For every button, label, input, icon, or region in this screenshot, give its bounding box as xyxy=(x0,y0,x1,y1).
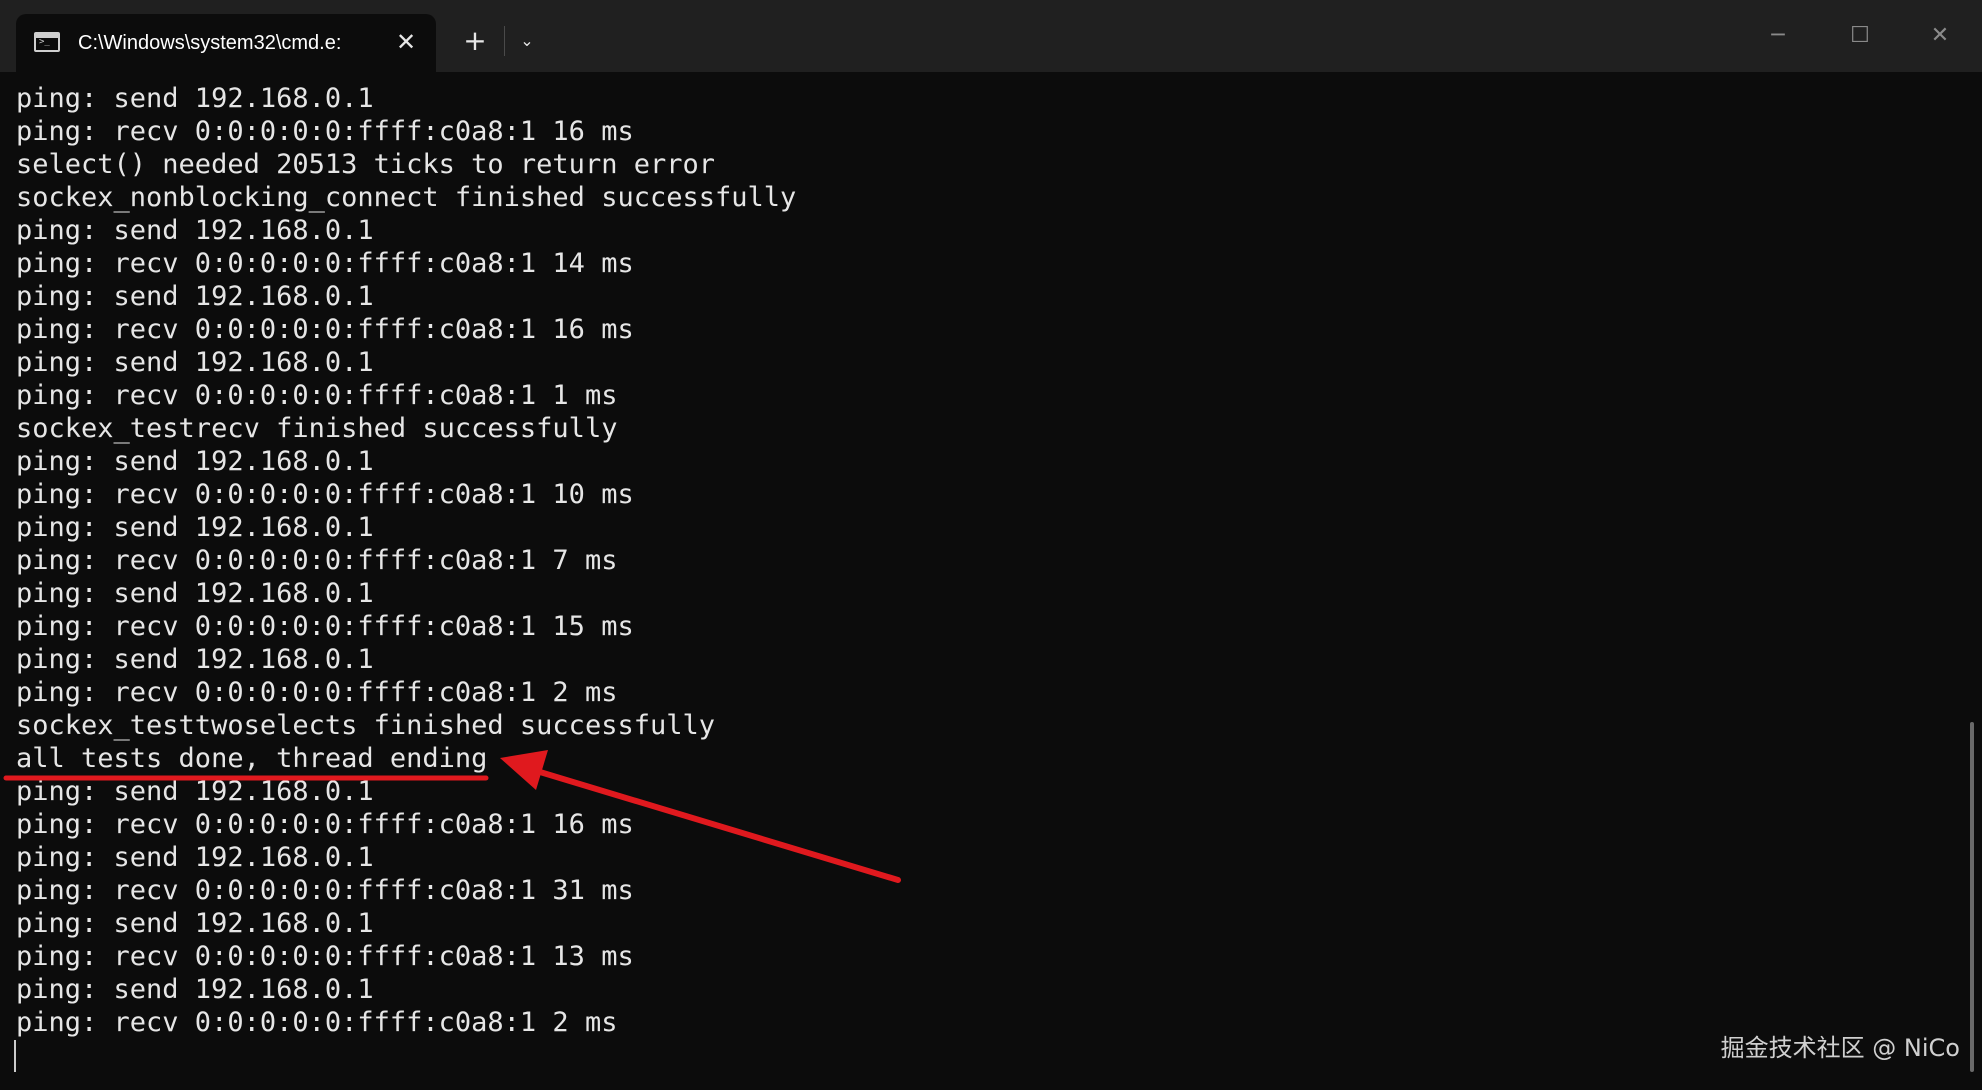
annotation-arrow-shaft xyxy=(537,769,901,883)
terminal-window: C:\Windows\system32\cmd.e: ✕ + ⌄ ─ ☐ ✕ p… xyxy=(0,0,1982,1090)
watermark: 掘金技术社区 @ NiCo xyxy=(1720,1034,1960,1062)
annotation-arrow-head xyxy=(500,750,548,790)
annotation-overlay xyxy=(3,750,901,883)
